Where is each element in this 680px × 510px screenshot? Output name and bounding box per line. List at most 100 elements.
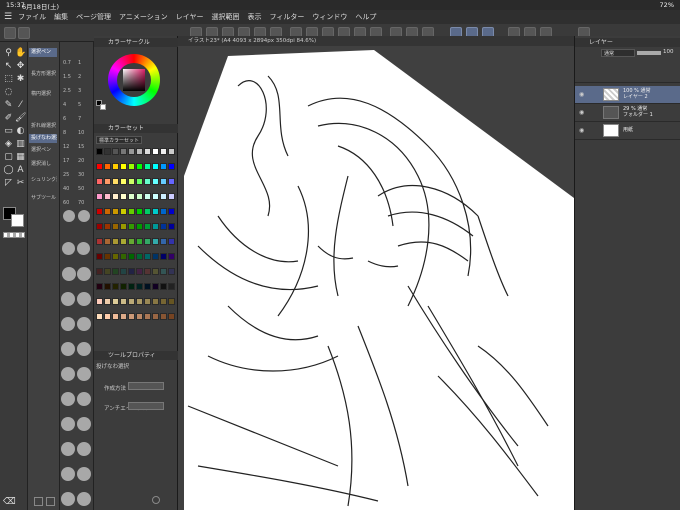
- color-swatch[interactable]: [96, 193, 103, 200]
- color-swatch[interactable]: [104, 238, 111, 245]
- brush-size-label[interactable]: 8: [63, 130, 66, 136]
- figure-icon[interactable]: ▢: [3, 152, 14, 163]
- subtool-item[interactable]: 楕円選択: [29, 90, 57, 99]
- menu-edit[interactable]: 編集: [54, 12, 68, 22]
- color-swatch[interactable]: [160, 193, 167, 200]
- color-swatch[interactable]: [128, 268, 135, 275]
- color-swatch[interactable]: [104, 193, 111, 200]
- brush-dot[interactable]: [77, 292, 91, 306]
- color-swatch[interactable]: [112, 163, 119, 170]
- color-swatch[interactable]: [104, 313, 111, 320]
- brush-dot[interactable]: [77, 392, 91, 406]
- brush-size-label[interactable]: 50: [78, 186, 84, 192]
- color-swatch[interactable]: [152, 253, 159, 260]
- layer-blend-select[interactable]: 通常: [601, 49, 635, 57]
- color-swatch[interactable]: [168, 148, 175, 155]
- color-swatch[interactable]: [168, 238, 175, 245]
- color-swatch[interactable]: [136, 163, 143, 170]
- color-swatch[interactable]: [120, 223, 127, 230]
- color-swatch[interactable]: [160, 298, 167, 305]
- menu-window[interactable]: ウィンドウ: [312, 12, 347, 22]
- zoom-icon[interactable]: ⚲: [3, 48, 14, 59]
- panel-bottom-icon[interactable]: [152, 496, 160, 504]
- brush-dot[interactable]: [77, 317, 91, 331]
- color-swatch[interactable]: [128, 163, 135, 170]
- color-swatch[interactable]: [120, 298, 127, 305]
- color-swatch[interactable]: [104, 163, 111, 170]
- eye-icon[interactable]: ◉: [579, 91, 584, 98]
- brush-dot[interactable]: [63, 210, 75, 222]
- pen-icon[interactable]: ✎: [3, 100, 14, 111]
- menu-selection[interactable]: 選択範囲: [211, 12, 239, 22]
- color-swatch[interactable]: [160, 268, 167, 275]
- layer-row[interactable]: ◉ 100 % 通常 レイヤー 2: [575, 86, 680, 104]
- color-swatch[interactable]: [96, 298, 103, 305]
- color-swatch[interactable]: [128, 283, 135, 290]
- subtool-item[interactable]: 選択ペン: [29, 146, 57, 155]
- color-swatch[interactable]: [144, 268, 151, 275]
- brush-size-label[interactable]: 4: [63, 102, 66, 108]
- color-swatch[interactable]: [128, 148, 135, 155]
- color-swatch[interactable]: [152, 148, 159, 155]
- color-swatch[interactable]: [168, 163, 175, 170]
- color-swatch[interactable]: [136, 253, 143, 260]
- color-swatch[interactable]: [112, 283, 119, 290]
- sub-color-swatch[interactable]: [11, 214, 24, 227]
- color-swatch[interactable]: [152, 238, 159, 245]
- brush-size-label[interactable]: 10: [78, 130, 84, 136]
- fill-bucket-icon[interactable]: ◈: [3, 139, 14, 150]
- color-swatch[interactable]: [160, 238, 167, 245]
- subtool-delete-icon[interactable]: [46, 497, 55, 506]
- color-swatch[interactable]: [168, 268, 175, 275]
- subtool-item[interactable]: 選択消し: [29, 160, 57, 169]
- color-swatch[interactable]: [152, 193, 159, 200]
- color-swatch[interactable]: [144, 313, 151, 320]
- ruler-tool-icon[interactable]: ◯: [3, 165, 14, 176]
- color-swatch[interactable]: [128, 238, 135, 245]
- color-swatch[interactable]: [160, 163, 167, 170]
- color-swatch[interactable]: [104, 268, 111, 275]
- color-swatch[interactable]: [120, 163, 127, 170]
- eye-icon[interactable]: ◉: [579, 127, 584, 134]
- color-swatch[interactable]: [136, 238, 143, 245]
- color-swatch[interactable]: [104, 283, 111, 290]
- close-icon[interactable]: [4, 27, 16, 39]
- select-icon[interactable]: ⬚: [3, 74, 14, 85]
- color-swatch[interactable]: [120, 283, 127, 290]
- color-swatch[interactable]: [136, 208, 143, 215]
- brush-size-label[interactable]: 2: [78, 74, 81, 80]
- transparent-swatch[interactable]: [3, 232, 25, 238]
- color-swatch[interactable]: [144, 163, 151, 170]
- saturation-value-square[interactable]: [123, 69, 145, 91]
- brush-size-label[interactable]: 1: [78, 60, 81, 66]
- brush-icon[interactable]: 🖌: [15, 113, 26, 124]
- color-swatch[interactable]: [96, 208, 103, 215]
- color-swatch[interactable]: [96, 283, 103, 290]
- color-swatch[interactable]: [136, 298, 143, 305]
- color-swatch[interactable]: [144, 193, 151, 200]
- color-set-select[interactable]: 標準カラーセット: [96, 136, 142, 144]
- hamburger-icon[interactable]: ☰: [4, 12, 12, 22]
- color-swatch[interactable]: [120, 313, 127, 320]
- color-swatch[interactable]: [152, 268, 159, 275]
- menu-page[interactable]: ページ管理: [76, 12, 111, 22]
- color-swatch[interactable]: [96, 163, 103, 170]
- brush-size-label[interactable]: 15: [78, 144, 84, 150]
- color-swatch[interactable]: [136, 283, 143, 290]
- brush-dot[interactable]: [61, 492, 75, 506]
- brush-dot[interactable]: [62, 267, 76, 281]
- brush-dot[interactable]: [61, 442, 75, 456]
- brush-size-label[interactable]: 2.5: [63, 88, 71, 94]
- color-swatch[interactable]: [96, 178, 103, 185]
- delete-tool-icon[interactable]: ⌫: [3, 497, 16, 508]
- balloon-icon[interactable]: ◸: [3, 178, 14, 189]
- menu-filter[interactable]: フィルター: [269, 12, 304, 22]
- color-swatch[interactable]: [104, 253, 111, 260]
- color-swatch[interactable]: [136, 313, 143, 320]
- color-swatch[interactable]: [112, 238, 119, 245]
- brush-size-label[interactable]: 40: [63, 186, 69, 192]
- color-swatch[interactable]: [112, 148, 119, 155]
- color-swatch[interactable]: [168, 313, 175, 320]
- color-swatch[interactable]: [112, 313, 119, 320]
- color-swatch[interactable]: [104, 148, 111, 155]
